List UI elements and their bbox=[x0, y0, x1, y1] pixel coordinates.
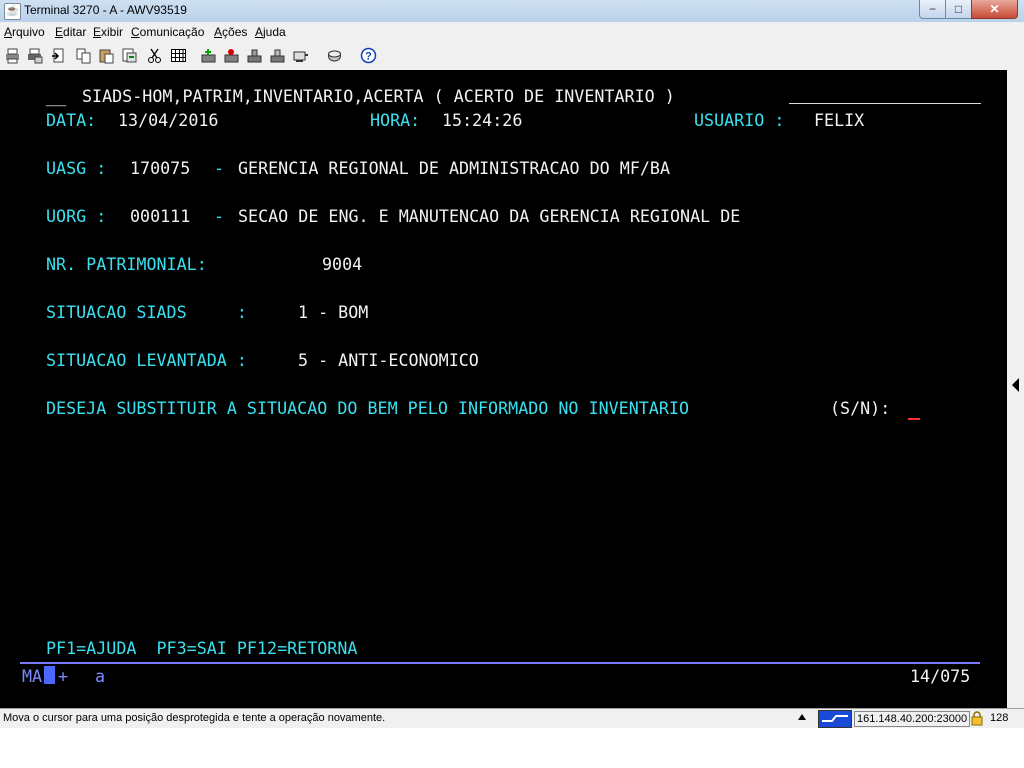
situacao-levantada-value: 5 - ANTI-ECONOMICO bbox=[298, 350, 479, 370]
date-value: 13/04/2016 bbox=[118, 110, 219, 130]
minimize-button[interactable]: − bbox=[919, 0, 946, 19]
oia-input-mode: a bbox=[95, 666, 106, 686]
svg-text:?: ? bbox=[365, 51, 372, 63]
sessions-icon[interactable] bbox=[246, 47, 263, 64]
uorg-code: 000111 bbox=[130, 206, 191, 226]
close-button[interactable]: ✕ bbox=[971, 0, 1018, 19]
lock-icon bbox=[970, 710, 984, 726]
user-label: USUARIO : bbox=[694, 110, 785, 130]
uasg-label: UASG : bbox=[46, 158, 107, 178]
menu-arquivo[interactable]: Arquivo bbox=[4, 25, 45, 39]
copy-append-icon[interactable] bbox=[121, 47, 138, 64]
confirm-question: DESEJA SUBSTITUIR A SITUACAO DO BEM PELO… bbox=[46, 398, 689, 418]
situacao-siads-value: 1 - BOM bbox=[298, 302, 369, 322]
status-message: Mova o cursor para uma posição desproteg… bbox=[3, 712, 386, 724]
java-app-icon: ☕ bbox=[4, 3, 21, 20]
menu-bar: Arquivo Editar Exibir Comunicação Ações … bbox=[0, 22, 1024, 42]
time-label: HORA: bbox=[370, 110, 421, 130]
input-cursor-field[interactable] bbox=[908, 418, 920, 420]
collapse-left-icon[interactable] bbox=[1012, 378, 1019, 392]
header-lead: __ bbox=[46, 86, 67, 106]
status-bar: Mova o cursor para uma posição desproteg… bbox=[0, 708, 1024, 729]
window-bottom-area bbox=[0, 728, 1024, 768]
connection-status-icon bbox=[818, 710, 852, 728]
menu-exibir[interactable]: Exibir bbox=[93, 25, 123, 39]
title-bar: ☕ Terminal 3270 - A - AWV93519 − □ ✕ bbox=[0, 0, 1024, 23]
situacao-siads-label: SITUACAO SIADS : bbox=[46, 302, 247, 322]
copy-icon[interactable] bbox=[75, 47, 92, 64]
toolbar: ? bbox=[0, 42, 1024, 71]
uorg-label: UORG : bbox=[46, 206, 107, 226]
confirm-options: (S/N): bbox=[830, 398, 891, 418]
menu-ajuda[interactable]: Ajuda bbox=[255, 25, 286, 39]
uasg-name: GERENCIA REGIONAL DE ADMINISTRACAO DO MF… bbox=[238, 158, 671, 178]
uorg-dash: - bbox=[214, 206, 225, 226]
patrimonial-label: NR. PATRIMONIAL: bbox=[46, 254, 207, 274]
host-address: 161.148.40.200:23000 bbox=[854, 711, 971, 727]
maximize-button[interactable]: □ bbox=[945, 0, 972, 19]
date-label: DATA: bbox=[46, 110, 97, 130]
keyboard-icon[interactable] bbox=[269, 47, 286, 64]
page-setup-icon[interactable] bbox=[50, 47, 67, 64]
encryption-strength: 128 bbox=[990, 712, 1009, 724]
uasg-code: 170075 bbox=[130, 158, 191, 178]
menu-editar[interactable]: Editar bbox=[55, 25, 86, 39]
grid-icon[interactable] bbox=[170, 47, 187, 64]
print-setup-icon[interactable] bbox=[26, 47, 43, 64]
cursor-position: 14/075 bbox=[910, 666, 971, 686]
oia-status: MA bbox=[22, 666, 43, 686]
side-panel-strip bbox=[1007, 70, 1024, 708]
time-value: 15:24:26 bbox=[442, 110, 523, 130]
menu-acoes[interactable]: Ações bbox=[214, 25, 247, 39]
macro-icon[interactable] bbox=[292, 47, 309, 64]
header-underline bbox=[789, 103, 981, 104]
screen-header: SIADS-HOM,PATRIM,INVENTARIO,ACERTA ( ACE… bbox=[82, 86, 675, 106]
paste-icon[interactable] bbox=[98, 47, 115, 64]
scroll-up-icon[interactable] bbox=[798, 714, 806, 720]
uasg-dash: - bbox=[214, 158, 225, 178]
cut-icon[interactable] bbox=[146, 47, 163, 64]
patrimonial-value: 9004 bbox=[322, 254, 363, 274]
user-value: FELIX bbox=[814, 110, 865, 130]
record-icon[interactable] bbox=[326, 47, 343, 64]
print-screen-icon[interactable] bbox=[4, 47, 21, 64]
disconnect-icon[interactable] bbox=[223, 47, 240, 64]
oia-plus: + bbox=[58, 666, 69, 686]
help-icon[interactable]: ? bbox=[360, 47, 377, 64]
uorg-name: SECAO DE ENG. E MANUTENCAO DA GERENCIA R… bbox=[238, 206, 741, 226]
window-title: Terminal 3270 - A - AWV93519 bbox=[24, 3, 187, 17]
menu-comunicacao[interactable]: Comunicação bbox=[131, 25, 204, 39]
connect-icon[interactable] bbox=[200, 47, 217, 64]
oia-cursor-block bbox=[44, 666, 55, 684]
terminal-screen[interactable]: __ SIADS-HOM,PATRIM,INVENTARIO,ACERTA ( … bbox=[0, 70, 1007, 708]
function-keys-help: PF1=AJUDA PF3=SAI PF12=RETORNA bbox=[46, 638, 358, 658]
situacao-levantada-label: SITUACAO LEVANTADA : bbox=[46, 350, 247, 370]
oia-divider bbox=[20, 662, 980, 664]
